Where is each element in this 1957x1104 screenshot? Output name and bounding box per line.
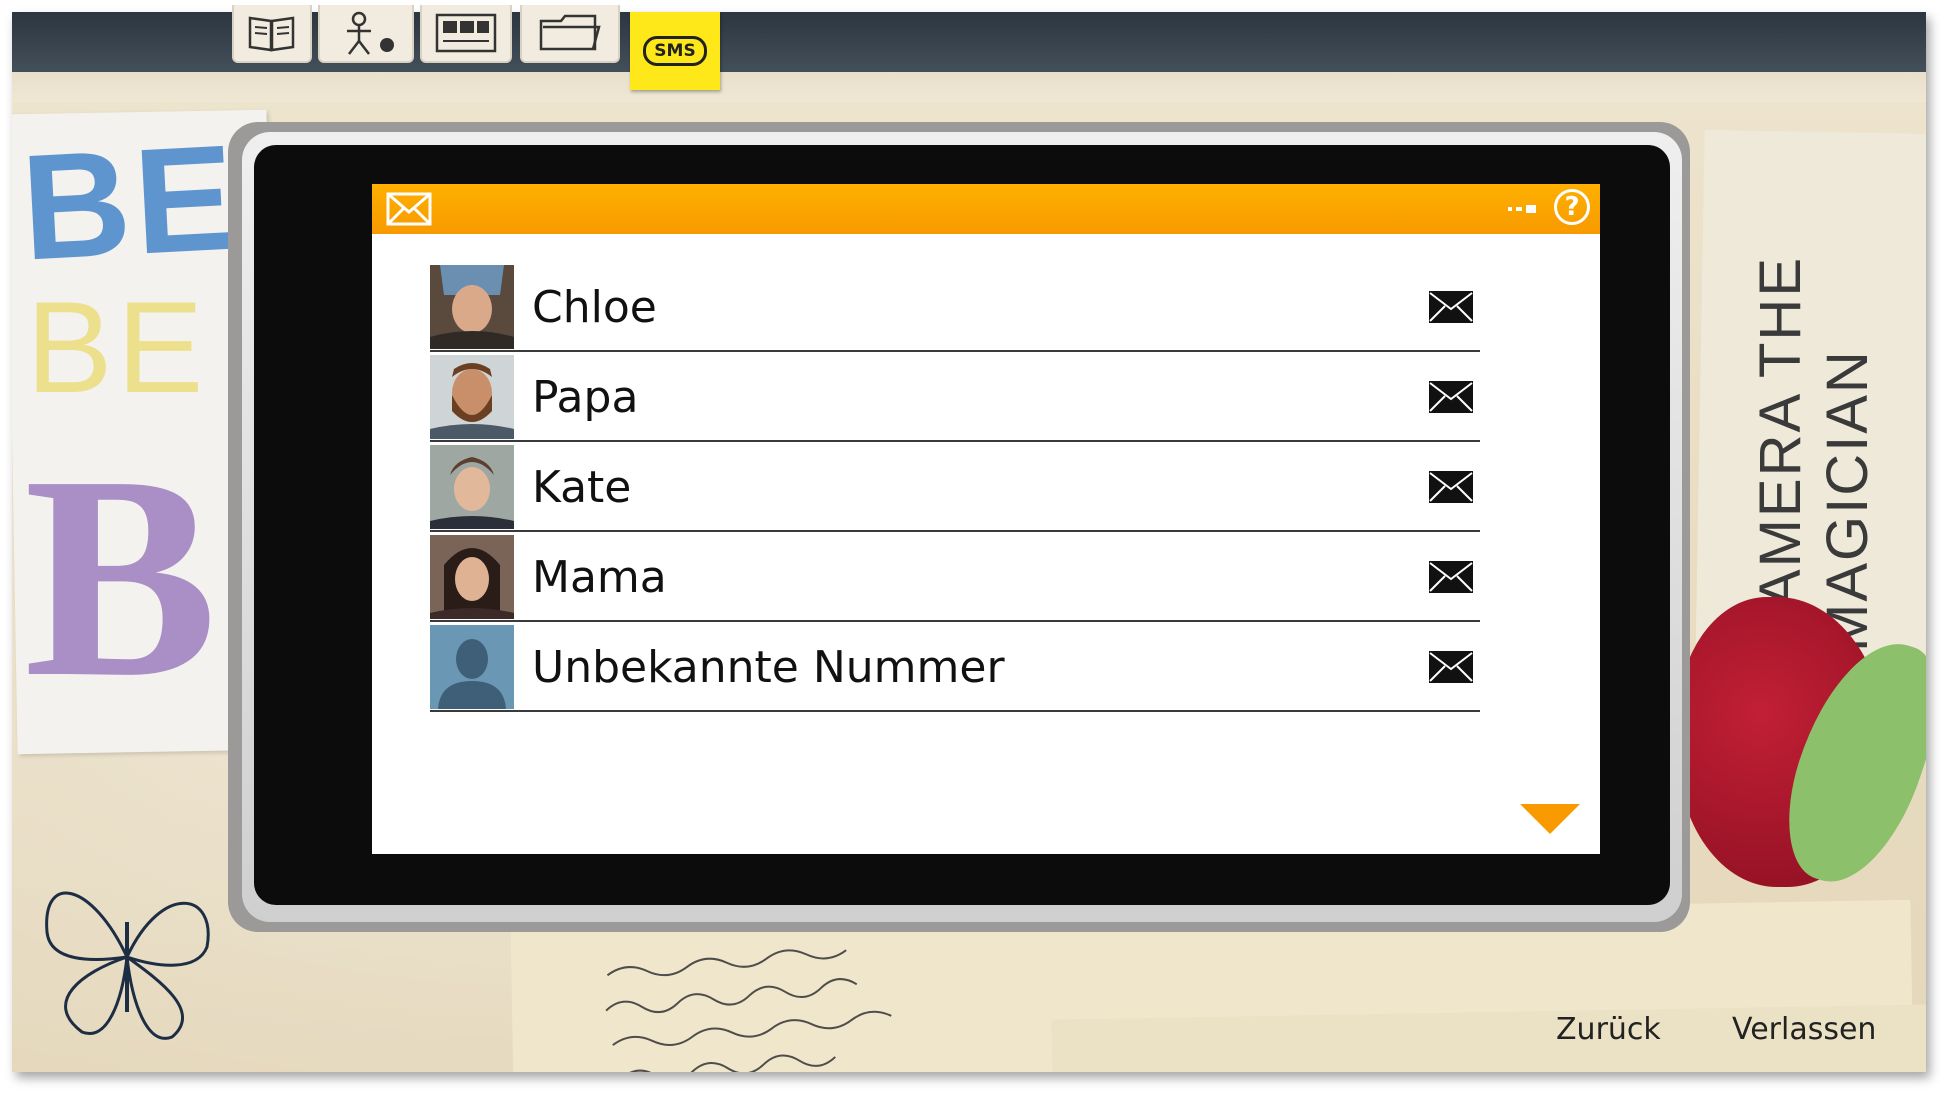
sms-header-bar: ?	[372, 184, 1600, 234]
contact-row-chloe[interactable]: Chloe	[430, 264, 1480, 352]
sticker-text-be-blue: BE	[17, 112, 243, 292]
envelope-icon[interactable]	[1428, 290, 1474, 324]
camera-magician-writing: CAMERA THE MAGICIAN	[1748, 255, 1880, 652]
photo-album-icon	[435, 13, 497, 53]
envelope-icon[interactable]	[1428, 380, 1474, 414]
envelope-icon[interactable]	[1428, 560, 1474, 594]
page-fold	[12, 72, 1926, 102]
folder-icon	[539, 14, 601, 51]
avatar-mama	[430, 535, 514, 619]
contact-name: Unbekannte Nummer	[532, 641, 1005, 693]
avatar-kate	[430, 445, 514, 529]
stick-figure-icon	[347, 11, 394, 55]
contact-name: Mama	[532, 551, 667, 603]
sms-bubble-icon: SMS	[643, 36, 707, 66]
contact-row-unknown[interactable]: Unbekannte Nummer	[430, 624, 1480, 712]
tab-files[interactable]	[520, 5, 620, 63]
avatar-papa	[430, 355, 514, 439]
tab-sms[interactable]: SMS	[630, 12, 720, 90]
help-icon[interactable]: ?	[1554, 189, 1590, 225]
envelope-icon	[386, 192, 432, 226]
contact-row-kate[interactable]: Kate	[430, 444, 1480, 532]
signal-dots-icon	[1508, 205, 1536, 213]
envelope-icon[interactable]	[1428, 470, 1474, 504]
scroll-down-arrow-icon[interactable]	[1520, 804, 1580, 834]
sms-tab-label: SMS	[654, 41, 696, 61]
envelope-icon[interactable]	[1428, 650, 1474, 684]
sticker-text-be-yellow: BE	[26, 274, 208, 420]
back-button[interactable]: Zurück	[1556, 1012, 1661, 1047]
contact-name: Papa	[532, 371, 639, 423]
tab-photos[interactable]	[420, 5, 512, 63]
contact-row-mama[interactable]: Mama	[430, 534, 1480, 622]
book-icon	[248, 16, 295, 52]
contact-row-papa[interactable]: Papa	[430, 354, 1480, 442]
butterfly-doodle-icon	[45, 891, 210, 1040]
exit-button[interactable]: Verlassen	[1732, 1012, 1876, 1047]
contact-name: Chloe	[532, 281, 657, 333]
tab-journal[interactable]	[232, 5, 312, 63]
tab-characters[interactable]	[318, 5, 414, 63]
avatar-chloe	[430, 265, 514, 349]
phone-screen: ? Chloe Papa Kate Mama Unbekannte Nummer	[372, 184, 1600, 854]
contact-name: Kate	[532, 461, 632, 513]
avatar-unknown	[430, 625, 514, 709]
